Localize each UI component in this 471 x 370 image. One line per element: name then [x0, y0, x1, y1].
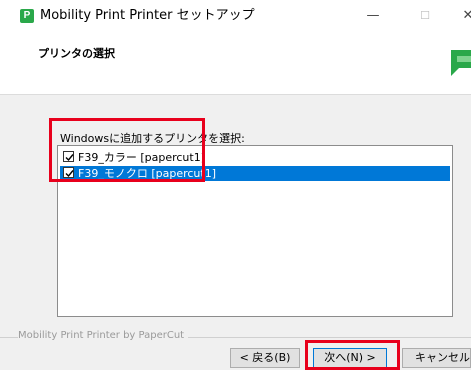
page-title: プリンタの選択: [38, 47, 115, 60]
setup-window: P Mobility Print Printer セットアップ — ☐ ✕ プリ…: [0, 0, 471, 370]
back-button[interactable]: < 戻る(B): [230, 348, 300, 368]
brand-text: Mobility Print Printer by PaperCut: [18, 330, 189, 341]
close-button[interactable]: ✕: [455, 6, 471, 26]
printer-item-label: F39_カラー [papercut1]: [78, 151, 205, 164]
wizard-header: プリンタの選択: [0, 32, 471, 95]
maximize-button[interactable]: ☐: [412, 6, 438, 26]
window-title: Mobility Print Printer セットアップ: [40, 8, 255, 23]
checkmark-icon: [65, 154, 74, 162]
brand-line: Mobility Print Printer by PaperCut: [0, 330, 471, 344]
app-icon: P: [20, 9, 34, 23]
minimize-button[interactable]: —: [360, 6, 386, 26]
checkmark-icon: [65, 170, 74, 178]
title-bar[interactable]: P Mobility Print Printer セットアップ — ☐ ✕: [0, 0, 471, 33]
printer-checkbox[interactable]: [63, 151, 74, 162]
printer-list-item[interactable]: F39_カラー [papercut1]: [60, 150, 450, 165]
cancel-button[interactable]: キャンセル: [402, 348, 471, 368]
printer-item-label: F39_モノクロ [papercut1]: [78, 167, 216, 180]
printer-list-item-selected[interactable]: F39_モノクロ [papercut1]: [60, 166, 450, 181]
printer-listbox[interactable]: F39_カラー [papercut1] F39_モノクロ [papercut1]: [57, 145, 453, 317]
papercut-logo-icon: [451, 50, 471, 76]
next-button[interactable]: 次へ(N) >: [313, 348, 387, 368]
printer-checkbox[interactable]: [63, 167, 74, 178]
printer-list-label: Windowsに追加するプリンタを選択:: [60, 132, 245, 145]
